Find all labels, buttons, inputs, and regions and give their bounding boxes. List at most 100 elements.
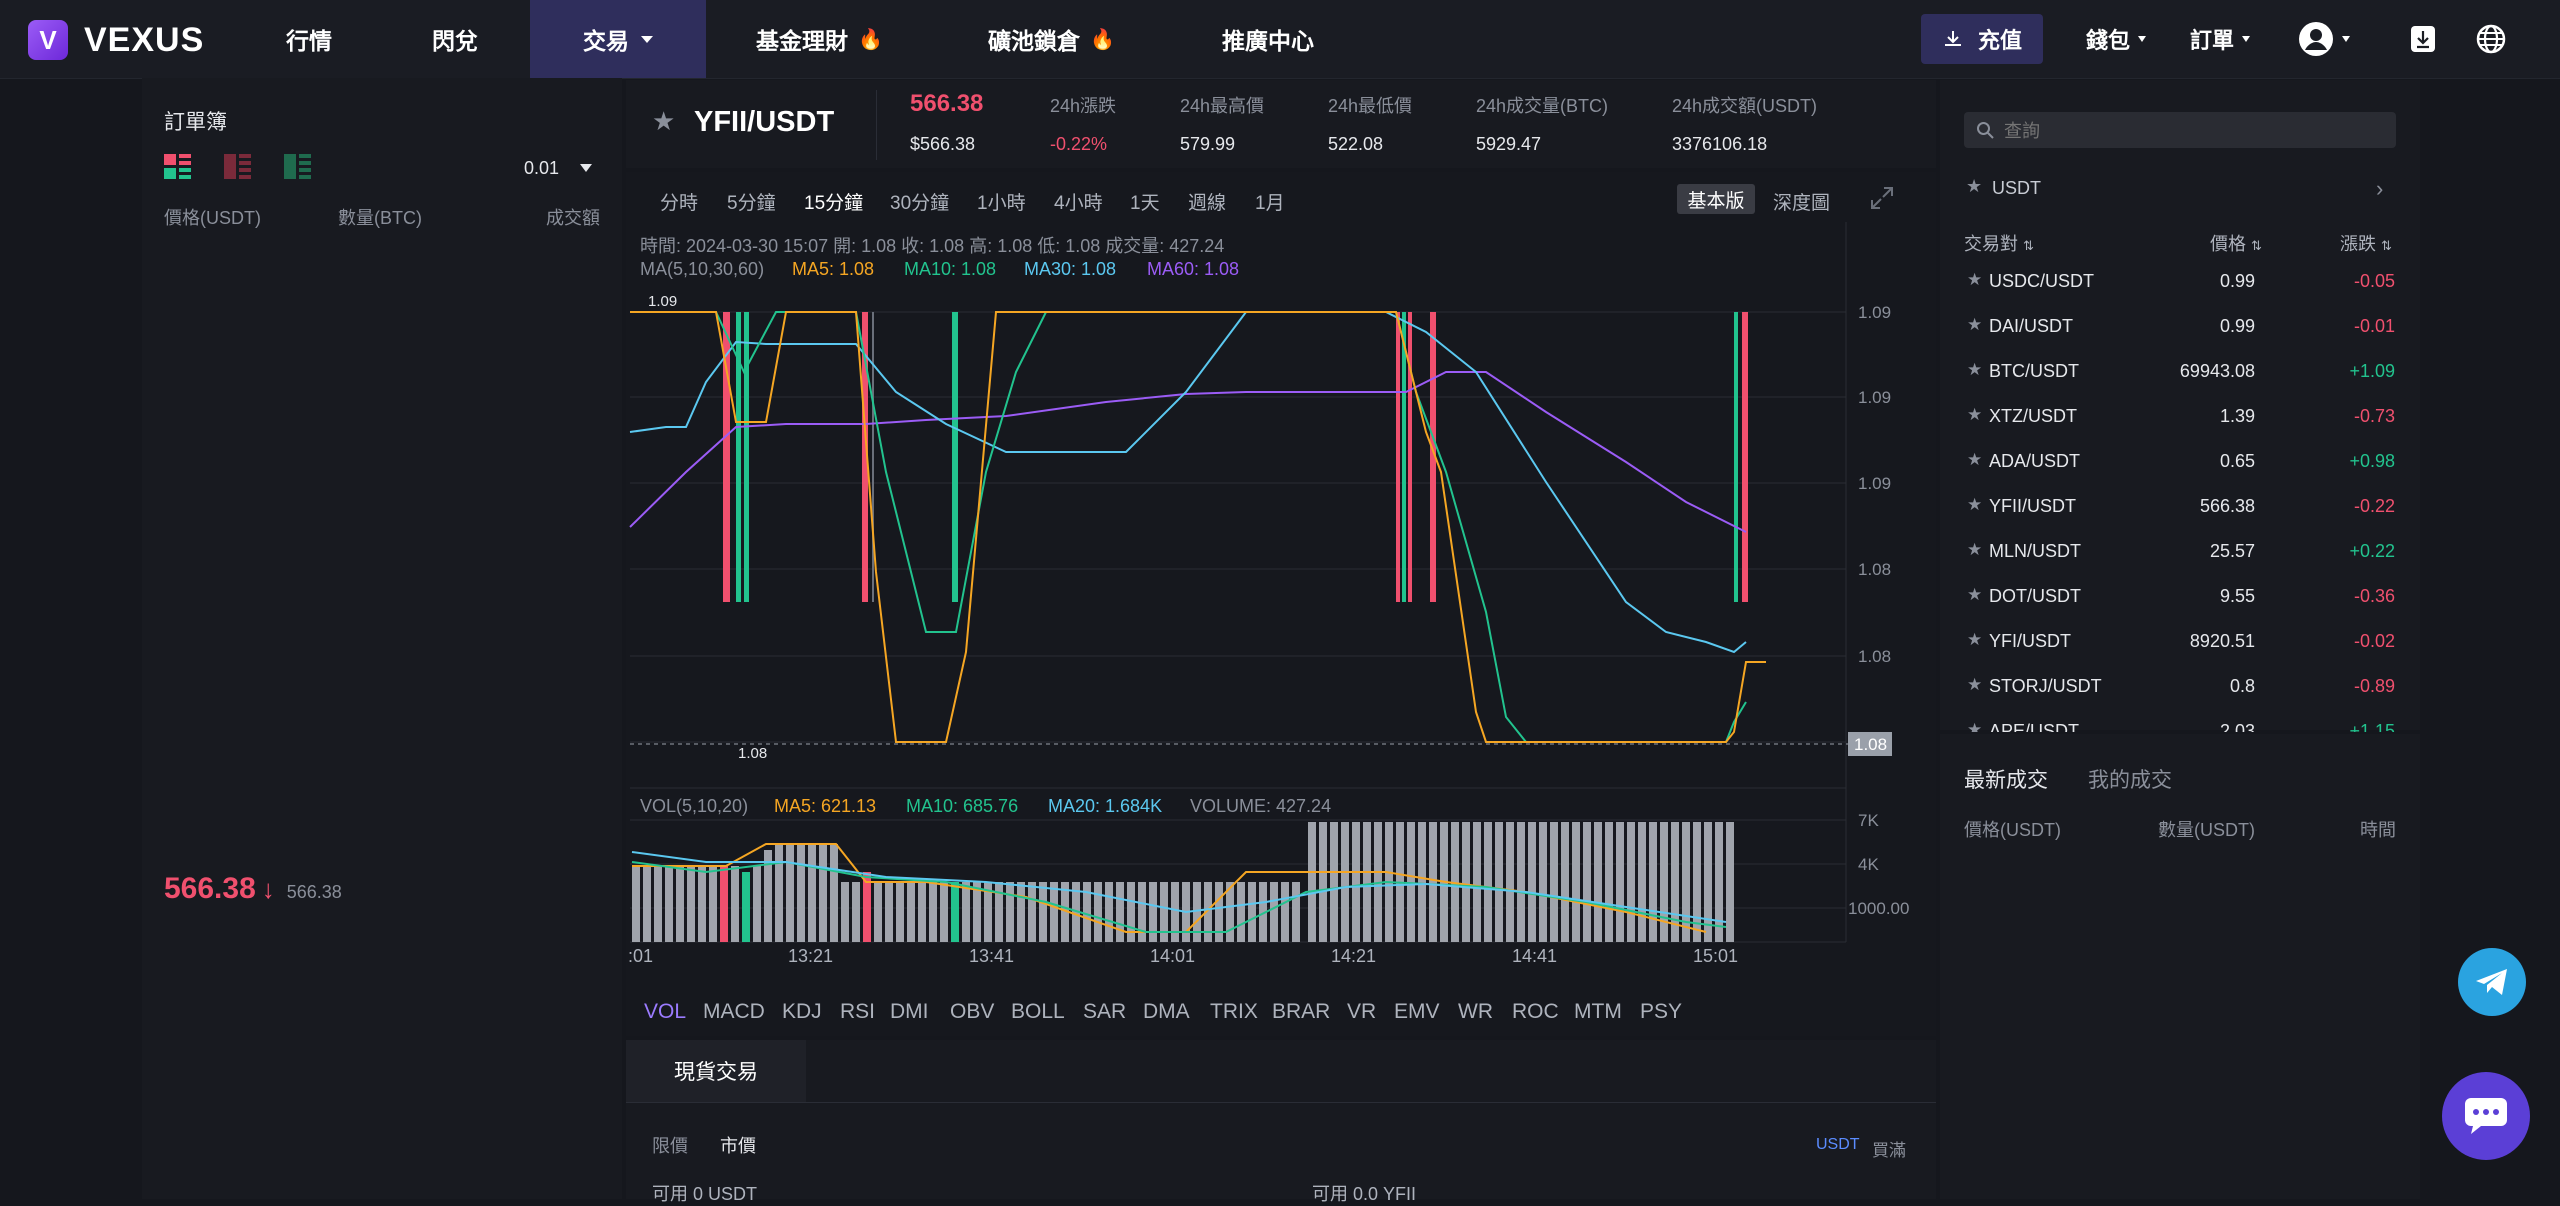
header-pair[interactable]: 交易對 ⇅ (1964, 230, 2034, 256)
star-icon[interactable]: ★ (1967, 720, 1982, 732)
row-change: +0.98 (2349, 451, 2395, 471)
language-button[interactable] (2476, 0, 2506, 78)
ind-obv[interactable]: OBV (950, 1000, 994, 1024)
tab-my-trades[interactable]: 我的成交 (2088, 764, 2172, 794)
nav-orders[interactable]: 訂單 (2190, 0, 2251, 78)
market-row[interactable]: ★ DAI/USDT 0.99 -0.01 (1963, 305, 2395, 350)
caret-down-icon[interactable] (580, 164, 592, 172)
nav-trade[interactable]: 交易 (530, 0, 706, 78)
user-menu[interactable] (2298, 0, 2350, 78)
ind-boll[interactable]: BOLL (1011, 1000, 1065, 1024)
deposit-button[interactable]: 充值 (1921, 14, 2043, 64)
tab-latest-trades[interactable]: 最新成交 (1964, 764, 2048, 794)
star-icon[interactable]: ★ (1967, 315, 1982, 335)
ind-sar[interactable]: SAR (1083, 1000, 1126, 1024)
market-order-tab[interactable]: 市價 (720, 1132, 756, 1158)
ind-brar[interactable]: BRAR (1272, 1000, 1330, 1024)
nav-wallet[interactable]: 錢包 (2086, 0, 2147, 78)
ind-dma[interactable]: DMA (1143, 1000, 1190, 1024)
ind-emv[interactable]: EMV (1394, 1000, 1440, 1024)
header-change[interactable]: 漲跌 ⇅ (2340, 230, 2392, 256)
row-price: 25.57 (2209, 541, 2255, 561)
sort-icon: ⇅ (2251, 238, 2262, 253)
quote-currency[interactable]: USDT (1992, 178, 2041, 199)
row-price: 69943.08 (2179, 361, 2255, 381)
telegram-button[interactable] (2458, 948, 2526, 1016)
star-icon[interactable]: ★ (1966, 176, 1982, 197)
limit-order-tab[interactable]: 限價 (652, 1132, 688, 1158)
market-row[interactable]: ★ YFI/USDT 8920.51 -0.02 (1963, 620, 2395, 665)
time-axis-tick: 13:21 (788, 946, 833, 966)
market-row[interactable]: ★ MLN/USDT 25.57 +0.22 (1963, 530, 2395, 575)
star-icon[interactable]: ★ (1967, 405, 1982, 425)
available-usdt: 可用 0 USDT (652, 1184, 758, 1204)
row-pair: BTC/USDT (1989, 361, 2079, 381)
market-row[interactable]: ★ XTZ/USDT 1.39 -0.73 (1963, 395, 2395, 440)
volume-axis-tick: 1000.00 (1848, 899, 1909, 918)
market-row[interactable]: ★ DOT/USDT 9.55 -0.36 (1963, 575, 2395, 620)
pair-title: YFII/USDT (694, 106, 835, 138)
volume-value: VOLUME: 427.24 (1190, 796, 1332, 816)
precision-select[interactable]: 0.01 (524, 158, 559, 179)
nav-promo[interactable]: 推廣中心 (1222, 0, 1314, 78)
star-icon[interactable]: ★ (1967, 495, 1982, 515)
candles (723, 312, 1748, 602)
ind-dmi[interactable]: DMI (890, 1000, 929, 1024)
star-icon[interactable]: ★ (1967, 540, 1982, 560)
nav-pool[interactable]: 礦池鎖倉 🔥 (988, 0, 1115, 78)
row-change: +0.22 (2349, 541, 2395, 561)
ind-roc[interactable]: ROC (1512, 1000, 1559, 1024)
orderbook-view-both-icon[interactable] (164, 154, 192, 185)
nav-fund[interactable]: 基金理財 🔥 (756, 0, 883, 78)
row-change: -0.73 (2353, 406, 2395, 426)
chevron-right-icon[interactable]: › (2376, 176, 2383, 202)
ind-trix[interactable]: TRIX (1210, 1000, 1258, 1024)
time-axis-tick: :01 (628, 946, 653, 966)
ind-vr[interactable]: VR (1347, 1000, 1376, 1024)
star-icon[interactable]: ★ (1967, 450, 1982, 470)
market-row[interactable]: ★ USDC/USDT 0.99 -0.05 (1963, 260, 2395, 305)
market-row[interactable]: ★ APE/USDT 2.03 +1.15 (1963, 710, 2395, 732)
row-price: 2.03 (2219, 721, 2255, 732)
search-input[interactable] (2002, 116, 2386, 146)
ind-psy[interactable]: PSY (1640, 1000, 1682, 1024)
ind-kdj[interactable]: KDJ (782, 1000, 822, 1024)
nav-swap[interactable]: 閃兌 (432, 0, 478, 78)
time-axis-tick: 14:21 (1331, 946, 1376, 966)
sort-icon: ⇅ (2023, 238, 2034, 253)
ind-rsi[interactable]: RSI (840, 1000, 875, 1024)
ind-vol[interactable]: VOL (644, 1000, 686, 1024)
market-row[interactable]: ★ STORJ/USDT 0.8 -0.89 (1963, 665, 2395, 710)
time-axis-tick: 15:01 (1693, 946, 1738, 966)
market-row[interactable]: ★ BTC/USDT 69943.08 +1.09 (1963, 350, 2395, 395)
brand-logo[interactable]: V VEXUS (28, 20, 204, 60)
price-axis-tick: 1.08 (1858, 560, 1891, 579)
ind-mtm[interactable]: MTM (1574, 1000, 1622, 1024)
divider (876, 90, 877, 160)
header-price[interactable]: 價格 ⇅ (2210, 230, 2262, 256)
chat-button[interactable] (2442, 1072, 2530, 1160)
usdt-tag: USDT (1816, 1136, 1860, 1153)
star-icon[interactable]: ★ (1967, 585, 1982, 605)
market-row[interactable]: ★ ADA/USDT 0.65 +0.98 (1963, 440, 2395, 485)
trades-header-price: 價格(USDT) (1964, 820, 2061, 840)
favorite-star-icon[interactable]: ★ (652, 106, 675, 137)
star-icon[interactable]: ★ (1967, 270, 1982, 290)
logo-icon: V (28, 20, 68, 60)
app-download-button[interactable] (2410, 0, 2436, 78)
star-icon[interactable]: ★ (1967, 675, 1982, 695)
kline-chart[interactable]: 1.09 1.08 1.09 1.09 1.09 1.08 1.08 1.08 … (626, 172, 1936, 1002)
row-price: 0.65 (2219, 451, 2255, 471)
header-pair-label: 交易對 (1964, 234, 2018, 254)
nav-market[interactable]: 行情 (286, 0, 332, 78)
orderbook-view-sell-icon[interactable] (224, 154, 252, 185)
search-box[interactable] (1964, 112, 2396, 148)
spot-trade-tab[interactable]: 現貨交易 (626, 1040, 806, 1102)
nav-trade-label: 交易 (583, 28, 629, 54)
star-icon[interactable]: ★ (1967, 360, 1982, 380)
ind-macd[interactable]: MACD (703, 1000, 765, 1024)
market-row[interactable]: ★ YFII/USDT 566.38 -0.22 (1963, 485, 2395, 530)
orderbook-view-buy-icon[interactable] (284, 154, 312, 185)
star-icon[interactable]: ★ (1967, 630, 1982, 650)
ind-wr[interactable]: WR (1458, 1000, 1493, 1024)
